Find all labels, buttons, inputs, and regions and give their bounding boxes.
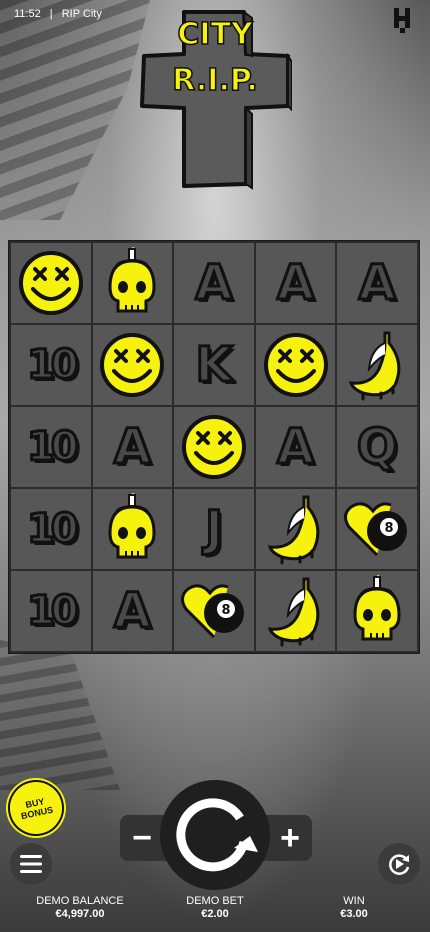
svg-text:8: 8	[385, 521, 394, 536]
reel-cell: A	[174, 243, 254, 323]
reel-cell: A	[92, 407, 173, 487]
smiley-symbol-icon	[181, 415, 246, 479]
bet-value: €2.00	[201, 908, 229, 920]
card-symbol-q: Q	[355, 418, 399, 477]
reel-cell	[92, 243, 173, 323]
win-label: WIN	[343, 895, 365, 907]
logo-city-text: CITY	[177, 17, 254, 52]
reel-cell	[92, 325, 173, 405]
status-bar: 11:52 | RIP City	[14, 8, 108, 20]
reel-cell	[337, 571, 417, 651]
smiley-symbol-icon	[263, 333, 328, 397]
card-symbol-10: 10	[25, 341, 80, 390]
balance-value: €4,997.00	[55, 908, 105, 920]
card-symbol-a: A	[276, 254, 316, 313]
balance-label: DEMO BALANCE	[36, 895, 124, 907]
reel-cell: A	[337, 243, 417, 323]
smiley-symbol-icon	[18, 251, 83, 315]
smiley-symbol-icon	[100, 333, 165, 397]
reel-cell: 10	[11, 571, 91, 651]
menu-button[interactable]	[10, 843, 52, 885]
skull-symbol-icon	[353, 575, 401, 641]
reel-cell	[11, 243, 91, 323]
card-symbol-10: 10	[25, 505, 80, 554]
skull-symbol-icon	[108, 493, 156, 559]
game-logo: R.I.P. CITY	[140, 10, 292, 190]
reel-cell: 8	[174, 571, 254, 651]
card-symbol-a: A	[357, 254, 397, 313]
reel-cell: J	[174, 489, 254, 569]
decrease-bet-button[interactable]: −	[122, 815, 162, 861]
card-symbol-k: K	[194, 336, 234, 395]
hamburger-icon	[20, 855, 42, 873]
reel-cell: 8	[337, 489, 417, 569]
reel-cell: A	[92, 571, 173, 651]
card-symbol-a: A	[112, 418, 152, 477]
status-app-name: RIP City	[61, 8, 102, 20]
logo-rip-text: R.I.P.	[172, 63, 258, 98]
skull-symbol-icon	[108, 247, 156, 313]
card-symbol-j: J	[204, 500, 225, 559]
reel-cell: Q	[337, 407, 417, 487]
svg-text:8: 8	[221, 603, 230, 618]
reels-grid: A A A 10 K 10 A A Q 10 J 8 10 A 8	[8, 240, 420, 654]
banana-symbol-icon	[349, 331, 401, 401]
spin-button[interactable]	[160, 780, 270, 890]
reel-cell	[255, 325, 336, 405]
autoplay-button[interactable]	[378, 843, 420, 885]
reel-cell: 10	[11, 325, 91, 405]
buy-bonus-label: BUY BONUS	[20, 796, 54, 822]
reel-cell: A	[255, 407, 336, 487]
reel-cell	[255, 489, 336, 569]
status-time: 11:52	[14, 8, 41, 20]
autoplay-icon	[389, 854, 410, 875]
win-display: WIN €3.00	[324, 895, 384, 920]
reel-cell: A	[255, 243, 336, 323]
reel-cell	[174, 407, 254, 487]
reel-cell: 10	[11, 489, 91, 569]
increase-bet-button[interactable]: +	[270, 815, 310, 861]
card-symbol-a: A	[194, 254, 234, 313]
reel-cell	[337, 325, 417, 405]
reel-cell: K	[174, 325, 254, 405]
reel-cell: 10	[11, 407, 91, 487]
status-separator: |	[49, 8, 53, 20]
reel-cell	[255, 571, 336, 651]
card-symbol-10: 10	[25, 423, 80, 472]
balance-display: DEMO BALANCE €4,997.00	[36, 895, 124, 920]
card-symbol-10: 10	[25, 587, 80, 636]
heart8-symbol-icon: 8	[344, 502, 408, 557]
heart8-symbol-icon: 8	[180, 584, 244, 639]
bet-display: DEMO BET €2.00	[180, 895, 250, 920]
provider-logo-icon	[394, 8, 410, 33]
card-symbol-a: A	[276, 418, 316, 477]
win-value: €3.00	[340, 908, 368, 920]
banana-symbol-icon	[267, 577, 319, 647]
reel-cell	[92, 489, 173, 569]
card-symbol-a: A	[112, 582, 152, 641]
banana-symbol-icon	[267, 495, 319, 565]
bet-label: DEMO BET	[186, 895, 244, 907]
spin-arrow-icon	[176, 798, 258, 872]
